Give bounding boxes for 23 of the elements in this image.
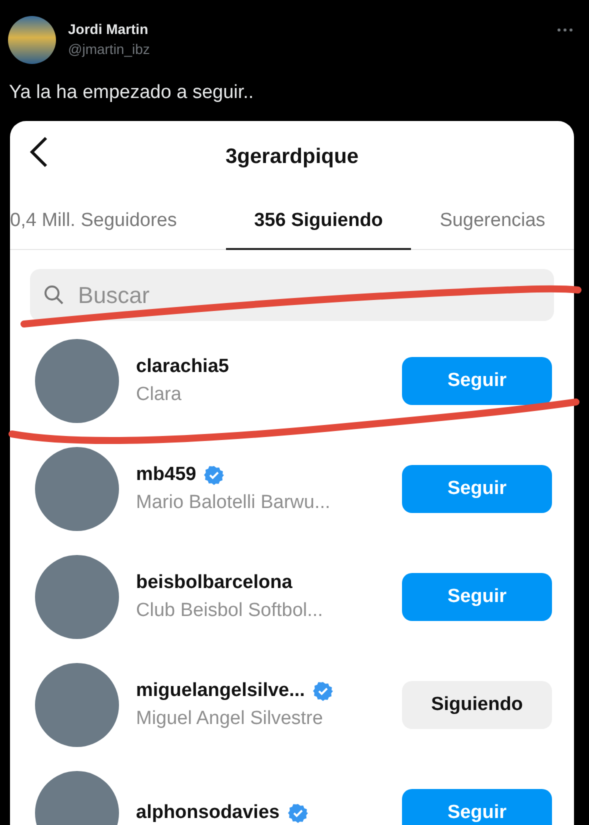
profile-avatar[interactable] — [8, 16, 56, 64]
back-button[interactable] — [28, 135, 50, 169]
verified-badge-icon — [312, 681, 333, 701]
account-username[interactable]: mb459 — [136, 464, 196, 486]
account-name: Mario Balotelli Barwu... — [136, 492, 332, 514]
verified-badge-icon — [204, 465, 224, 485]
tab[interactable]: Sugerencias — [411, 193, 574, 250]
account-name: Miguel Angel Silvestre — [136, 708, 324, 730]
tweet-text: Ya la ha empezado a seguir.. — [9, 82, 255, 104]
account-username[interactable]: alphonsodavies — [136, 802, 280, 824]
following-button[interactable]: Siguiendo — [402, 681, 552, 729]
tab[interactable]: 0,4 Mill. Seguidores — [10, 193, 226, 250]
tab[interactable]: 356 Siguiendo — [226, 193, 411, 250]
account-name: Clara — [136, 384, 182, 406]
author-name[interactable]: Jordi Martin — [68, 21, 545, 37]
account-username[interactable]: beisbolbarcelona — [136, 572, 292, 594]
more-icon[interactable] — [557, 28, 573, 32]
account-username[interactable]: clarachia5 — [136, 356, 229, 378]
account-name: Club Beisbol Softbol... — [136, 600, 324, 622]
account-username[interactable]: miguelangelsilve... — [136, 680, 305, 702]
profile-title: 3gerardpique — [225, 145, 359, 169]
search-icon — [44, 285, 64, 305]
author-handle[interactable]: @jmartin_ibz — [68, 41, 545, 57]
